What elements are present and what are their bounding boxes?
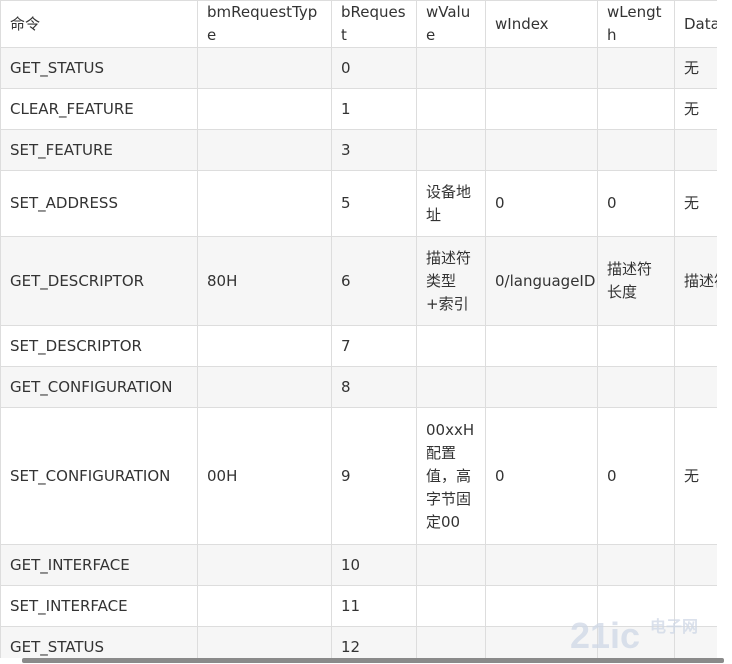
table-header-row: 命令 bmRequestType bRequest wValue wIndex … — [0, 0, 717, 48]
table-row: CLEAR_FEATURE 1 无 — [0, 88, 717, 130]
cell-bmrequesttype: 00H — [197, 407, 332, 545]
cell-bmrequesttype — [197, 626, 332, 658]
cell-data: 无 — [674, 170, 717, 237]
cell-brequest: 10 — [331, 544, 417, 586]
header-wvalue: wValue — [416, 0, 486, 48]
cell-wvalue: 00xxH配置值，高字节固定00 — [416, 407, 486, 545]
cell-wlength — [597, 88, 675, 130]
cell-command: SET_ADDRESS — [0, 170, 198, 237]
table-row: GET_CONFIGURATION 8 — [0, 366, 717, 408]
cell-data — [674, 366, 717, 408]
cell-wlength — [597, 626, 675, 658]
table-row: GET_STATUS 0 无 — [0, 47, 717, 89]
cell-windex — [485, 366, 598, 408]
cell-bmrequesttype — [197, 129, 332, 171]
cell-wvalue: 描述符类型+索引 — [416, 236, 486, 326]
cell-wlength: 0 — [597, 407, 675, 545]
cell-wvalue — [416, 544, 486, 586]
cell-windex — [485, 325, 598, 367]
table-row: SET_FEATURE 3 — [0, 129, 717, 171]
cell-wlength — [597, 47, 675, 89]
cell-brequest: 7 — [331, 325, 417, 367]
cell-windex: 0 — [485, 170, 598, 237]
cell-windex — [485, 626, 598, 658]
cell-wlength — [597, 544, 675, 586]
cell-command: CLEAR_FEATURE — [0, 88, 198, 130]
cell-wvalue — [416, 585, 486, 627]
cell-brequest: 0 — [331, 47, 417, 89]
cell-windex — [485, 88, 598, 130]
cell-data: 描述符 — [674, 236, 717, 326]
header-windex: wIndex — [485, 0, 598, 48]
cell-wvalue — [416, 129, 486, 171]
cell-bmrequesttype — [197, 88, 332, 130]
cell-bmrequesttype — [197, 47, 332, 89]
cell-windex — [485, 544, 598, 586]
table-row: GET_STATUS 12 — [0, 626, 717, 658]
cell-wlength — [597, 129, 675, 171]
usb-request-table: 命令 bmRequestType bRequest wValue wIndex … — [0, 0, 717, 658]
cell-wvalue: 设备地址 — [416, 170, 486, 237]
cell-brequest: 5 — [331, 170, 417, 237]
header-command: 命令 — [0, 0, 198, 48]
header-wlength: wLength — [597, 0, 675, 48]
cell-data — [674, 585, 717, 627]
table-row: GET_INTERFACE 10 — [0, 544, 717, 586]
table-viewport[interactable]: 命令 bmRequestType bRequest wValue wIndex … — [0, 0, 717, 658]
cell-windex: 0/languageID — [485, 236, 598, 326]
cell-command: GET_INTERFACE — [0, 544, 198, 586]
cell-brequest: 1 — [331, 88, 417, 130]
table-row: SET_INTERFACE 11 — [0, 585, 717, 627]
cell-brequest: 6 — [331, 236, 417, 326]
cell-data: 无 — [674, 407, 717, 545]
cell-wvalue — [416, 47, 486, 89]
cell-data — [674, 626, 717, 658]
cell-command: GET_DESCRIPTOR — [0, 236, 198, 326]
cell-command: GET_STATUS — [0, 626, 198, 658]
cell-data — [674, 544, 717, 586]
cell-data — [674, 325, 717, 367]
cell-command: SET_DESCRIPTOR — [0, 325, 198, 367]
cell-wvalue — [416, 626, 486, 658]
cell-data — [674, 129, 717, 171]
cell-wlength — [597, 325, 675, 367]
cell-bmrequesttype — [197, 325, 332, 367]
cell-command: GET_CONFIGURATION — [0, 366, 198, 408]
cell-command: SET_INTERFACE — [0, 585, 198, 627]
table-row: SET_DESCRIPTOR 7 — [0, 325, 717, 367]
header-brequest: bRequest — [331, 0, 417, 48]
cell-wlength — [597, 585, 675, 627]
cell-wvalue — [416, 325, 486, 367]
horizontal-scrollbar[interactable] — [22, 658, 724, 663]
cell-wvalue — [416, 366, 486, 408]
table-row: SET_ADDRESS 5 设备地址 0 0 无 — [0, 170, 717, 237]
cell-wlength: 描述符长度 — [597, 236, 675, 326]
cell-brequest: 12 — [331, 626, 417, 658]
header-bmrequesttype: bmRequestType — [197, 0, 332, 48]
header-data: Data — [674, 0, 717, 48]
cell-bmrequesttype — [197, 170, 332, 237]
cell-wvalue — [416, 88, 486, 130]
cell-windex: 0 — [485, 407, 598, 545]
cell-bmrequesttype: 80H — [197, 236, 332, 326]
cell-windex — [485, 47, 598, 89]
cell-wlength: 0 — [597, 170, 675, 237]
cell-command: SET_CONFIGURATION — [0, 407, 198, 545]
cell-brequest: 3 — [331, 129, 417, 171]
cell-brequest: 9 — [331, 407, 417, 545]
cell-bmrequesttype — [197, 585, 332, 627]
cell-brequest: 8 — [331, 366, 417, 408]
cell-command: SET_FEATURE — [0, 129, 198, 171]
cell-windex — [485, 129, 598, 171]
cell-brequest: 11 — [331, 585, 417, 627]
cell-bmrequesttype — [197, 366, 332, 408]
cell-wlength — [597, 366, 675, 408]
cell-data: 无 — [674, 88, 717, 130]
cell-bmrequesttype — [197, 544, 332, 586]
table-row: SET_CONFIGURATION 00H 9 00xxH配置值，高字节固定00… — [0, 407, 717, 545]
cell-data: 无 — [674, 47, 717, 89]
table-row: GET_DESCRIPTOR 80H 6 描述符类型+索引 0/language… — [0, 236, 717, 326]
cell-command: GET_STATUS — [0, 47, 198, 89]
cell-windex — [485, 585, 598, 627]
